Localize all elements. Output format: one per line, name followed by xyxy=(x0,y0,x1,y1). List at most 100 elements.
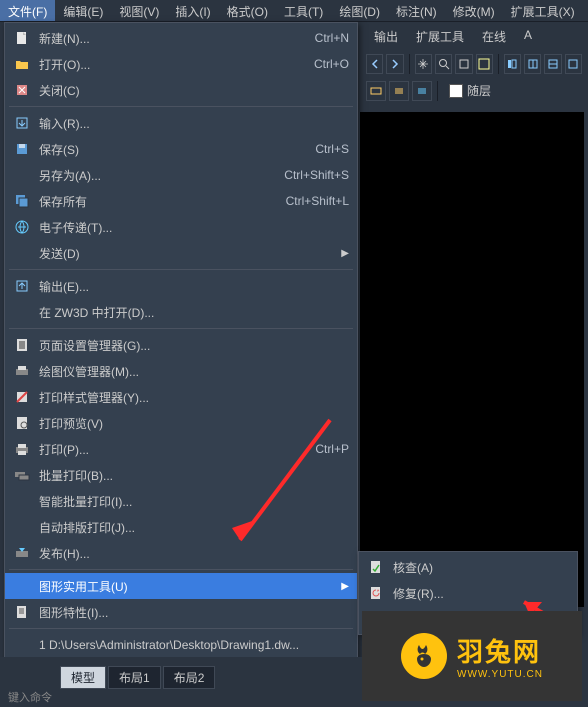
tab-online[interactable]: 在线 xyxy=(474,26,514,47)
pan-icon[interactable] xyxy=(415,54,432,74)
menu-open-in-zw3d[interactable]: 在 ZW3D 中打开(D)... xyxy=(5,299,357,325)
menu-drawing-utilities[interactable]: 图形实用工具(U) ▶ xyxy=(5,573,357,599)
menu-view[interactable]: 视图(V) xyxy=(111,0,167,21)
menu-saveall[interactable]: 保存所有 Ctrl+Shift+L xyxy=(5,188,357,214)
menu-annotate[interactable]: 标注(N) xyxy=(388,0,445,21)
menu-label: 智能批量打印(I)... xyxy=(33,493,349,510)
layer-name: 随层 xyxy=(467,82,491,99)
submenu-recover[interactable]: 修复(R)... xyxy=(359,580,577,606)
panel-3-icon[interactable] xyxy=(544,54,561,74)
menu-send[interactable]: 发送(D) ▶ xyxy=(5,240,357,266)
drawing-canvas[interactable] xyxy=(360,112,584,607)
export-icon xyxy=(11,278,33,294)
menu-modify[interactable]: 修改(M) xyxy=(445,0,503,21)
menu-etransmit[interactable]: 电子传递(T)... xyxy=(5,214,357,240)
menu-label: 批量打印(B)... xyxy=(33,467,349,484)
nav-right-icon[interactable] xyxy=(386,54,403,74)
command-line[interactable]: 键入命令 xyxy=(8,689,52,705)
shortcut: Ctrl+S xyxy=(303,142,349,156)
panel-1-icon[interactable] xyxy=(504,54,521,74)
preview-icon xyxy=(11,415,33,431)
menu-label: 保存(S) xyxy=(33,141,303,158)
menu-insert[interactable]: 插入(I) xyxy=(167,0,218,21)
publish-icon xyxy=(11,545,33,561)
tab-layout2[interactable]: 布局2 xyxy=(163,666,216,689)
watermark-logo: 羽兔网 WWW.YUTU.CN xyxy=(362,611,582,701)
menu-print[interactable]: 打印(P)... Ctrl+P xyxy=(5,436,357,462)
separator xyxy=(9,628,353,629)
menu-label: 绘图仪管理器(M)... xyxy=(33,363,349,380)
zoom-extent-icon[interactable] xyxy=(476,54,493,74)
batch-print-icon xyxy=(11,467,33,483)
menu-tools[interactable]: 工具(T) xyxy=(276,0,331,21)
tab-output[interactable]: 输出 xyxy=(366,26,406,47)
menu-label: 关闭(C) xyxy=(33,82,349,99)
menu-edit[interactable]: 编辑(E) xyxy=(55,0,111,21)
submenu-arrow-icon: ▶ xyxy=(337,581,349,592)
submenu-audit[interactable]: 核查(A) xyxy=(359,554,577,580)
tab-app[interactable]: A xyxy=(516,26,540,47)
separator xyxy=(9,328,353,329)
menu-export[interactable]: 输出(E)... xyxy=(5,273,357,299)
etransmit-icon xyxy=(11,219,33,235)
menu-label: 1 D:\Users\Administrator\Desktop\Drawing… xyxy=(33,638,349,652)
shortcut: Ctrl+N xyxy=(303,31,349,45)
toolbar-layer: 随层 xyxy=(360,77,588,104)
nav-left-icon[interactable] xyxy=(366,54,383,74)
layer-icon-1[interactable] xyxy=(366,81,386,101)
menu-draw[interactable]: 绘图(D) xyxy=(331,0,388,21)
plot-style-icon xyxy=(11,389,33,405)
menu-auto-layout-print[interactable]: 自动排版打印(J)... xyxy=(5,514,357,540)
import-icon xyxy=(11,115,33,131)
menu-drawing-properties[interactable]: 图形特性(I)... xyxy=(5,599,357,625)
submenu-arrow-icon: ▶ xyxy=(337,248,349,259)
menu-label: 输入(R)... xyxy=(33,115,349,132)
tab-ext[interactable]: 扩展工具 xyxy=(408,26,472,47)
menu-smart-batch-print[interactable]: 智能批量打印(I)... xyxy=(5,488,357,514)
shortcut: Ctrl+Shift+L xyxy=(274,194,349,208)
menu-label: 在 ZW3D 中打开(D)... xyxy=(33,304,349,321)
menu-save[interactable]: 保存(S) Ctrl+S xyxy=(5,136,357,162)
menu-label: 电子传递(T)... xyxy=(33,219,349,236)
logo-text: 羽兔网 WWW.YUTU.CN xyxy=(457,632,543,680)
logo-url: WWW.YUTU.CN xyxy=(457,669,543,680)
audit-icon xyxy=(365,559,387,575)
menu-label: 打印(P)... xyxy=(33,441,303,458)
menu-file[interactable]: 文件(F) xyxy=(0,0,55,21)
plotter-icon xyxy=(11,363,33,379)
tab-model[interactable]: 模型 xyxy=(60,666,106,689)
menu-print-preview[interactable]: 打印预览(V) xyxy=(5,410,357,436)
menu-plotter-manager[interactable]: 绘图仪管理器(M)... xyxy=(5,358,357,384)
menu-recent-file-1[interactable]: 1 D:\Users\Administrator\Desktop\Drawing… xyxy=(5,632,357,658)
panel-2-icon[interactable] xyxy=(524,54,541,74)
menu-page-setup[interactable]: 页面设置管理器(G)... xyxy=(5,332,357,358)
logo-title: 羽兔网 xyxy=(457,632,543,669)
separator xyxy=(409,54,410,74)
menu-publish[interactable]: 发布(H)... xyxy=(5,540,357,566)
zoom-icon[interactable] xyxy=(435,54,452,74)
tab-layout1[interactable]: 布局1 xyxy=(108,666,161,689)
menu-plot-style[interactable]: 打印样式管理器(Y)... xyxy=(5,384,357,410)
menu-format[interactable]: 格式(O) xyxy=(219,0,276,21)
menu-label: 另存为(A)... xyxy=(33,167,272,184)
layer-icon-3[interactable] xyxy=(412,81,432,101)
bunny-icon xyxy=(401,633,447,679)
separator xyxy=(437,81,438,101)
menu-extensions[interactable]: 扩展工具(X) xyxy=(503,0,583,21)
layer-selector[interactable]: 随层 xyxy=(443,80,497,101)
menu-label: 保存所有 xyxy=(33,193,274,210)
menu-label: 新建(N)... xyxy=(33,30,303,47)
menu-close[interactable]: 关闭(C) xyxy=(5,77,357,103)
menu-open[interactable]: 打开(O)... Ctrl+O xyxy=(5,51,357,77)
menu-saveas[interactable]: 另存为(A)... Ctrl+Shift+S xyxy=(5,162,357,188)
close-file-icon xyxy=(11,82,33,98)
file-dropdown: 新建(N)... Ctrl+N 打开(O)... Ctrl+O 关闭(C) 输入… xyxy=(4,22,358,694)
folder-open-icon xyxy=(11,56,33,72)
menu-new[interactable]: 新建(N)... Ctrl+N xyxy=(5,25,357,51)
menu-batch-print[interactable]: 批量打印(B)... xyxy=(5,462,357,488)
zoom-window-icon[interactable] xyxy=(455,54,472,74)
menu-import[interactable]: 输入(R)... xyxy=(5,110,357,136)
separator xyxy=(9,569,353,570)
panel-4-icon[interactable] xyxy=(565,54,582,74)
layer-icon-2[interactable] xyxy=(389,81,409,101)
